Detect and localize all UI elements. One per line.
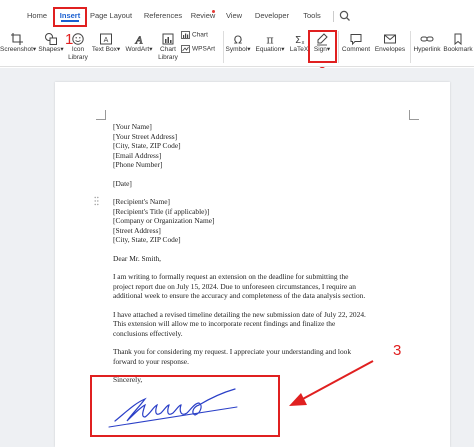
latex-label: LaTeX xyxy=(289,46,309,53)
symbol-label: Symbol▾ xyxy=(225,46,251,53)
sender-line: [Your Name] xyxy=(113,122,152,131)
chart-icon xyxy=(181,31,190,39)
sender-line: [Email Address] xyxy=(113,150,162,160)
sender-block: [Your Name] [Your Street Address] [City,… xyxy=(113,122,413,170)
latex-button[interactable]: Σ x LaTeX xyxy=(288,32,310,54)
wordart-label: WordArt▾ xyxy=(125,46,153,53)
comment-icon xyxy=(350,34,362,46)
step-1-number: 1 xyxy=(65,31,74,48)
wpsart-icon xyxy=(181,45,190,53)
paragraph-line: project report due on July 15, 2024. Due… xyxy=(113,281,356,291)
bookmark-button[interactable]: Bookmark xyxy=(442,32,474,54)
recipient-line: [Company or Organization Name] xyxy=(113,216,215,225)
wordart-button[interactable]: A WordArt▾ xyxy=(123,32,155,54)
envelopes-label: Envelopes xyxy=(374,46,406,53)
comment-label: Comment xyxy=(341,46,371,53)
tab-home[interactable]: Home xyxy=(20,8,54,24)
insert-tab-highlight xyxy=(53,7,87,27)
tab-divider xyxy=(333,11,334,22)
link-icon xyxy=(420,36,434,42)
tab-references[interactable]: References xyxy=(140,8,186,24)
omega-icon: Ω xyxy=(234,34,242,47)
text-box-button[interactable]: A Text Box▾ xyxy=(90,32,122,54)
comment-button[interactable]: Comment xyxy=(340,32,372,54)
page-margin-corner xyxy=(409,110,419,120)
paragraph-1: I am writing to formally request an exte… xyxy=(113,272,413,301)
paragraph-line: I have attached a revised timeline detai… xyxy=(113,309,366,319)
chart-library-label-line2: Library xyxy=(158,54,178,61)
wordart-icon: A xyxy=(134,34,143,47)
icon-library-label-line2: Library xyxy=(68,54,88,61)
letter-body[interactable]: [Your Name] [Your Street Address] [City,… xyxy=(113,122,413,385)
sender-line: [Phone Number] xyxy=(113,160,163,169)
symbol-button[interactable]: Ω Symbol▾ xyxy=(224,32,252,54)
equation-button[interactable]: π Equation▾ xyxy=(253,32,287,54)
date-line: [Date] xyxy=(113,178,132,188)
hyperlink-button[interactable]: Hyperlink xyxy=(411,32,443,54)
bookmark-label: Bookmark xyxy=(443,46,473,53)
wpsart-button[interactable]: WPSArt xyxy=(181,45,219,54)
paragraph-line: I am writing to formally request an exte… xyxy=(113,272,349,281)
hyperlink-label: Hyperlink xyxy=(413,46,441,53)
recipient-line: [Recipient's Title (if applicable)] xyxy=(113,206,210,216)
chart-label: Chart xyxy=(181,31,217,40)
recipient-line: [Recipient's Name] xyxy=(113,197,170,206)
tab-developer[interactable]: Developer xyxy=(252,8,292,24)
text-box-icon: A xyxy=(100,33,112,45)
chart-library-label-line1: Chart xyxy=(160,46,176,53)
paragraph-2: I have attached a revised timeline detai… xyxy=(113,310,413,339)
chart-library-button[interactable]: Chart Library xyxy=(157,32,179,62)
shapes-label: Shapes▾ xyxy=(38,46,64,53)
screenshot-label: Screenshot▾ xyxy=(0,46,37,53)
paragraph-line: additional week to ensure the accuracy a… xyxy=(113,291,366,300)
paragraph-line: conclusions effectively. xyxy=(113,328,183,338)
sigma-icon: Σ x xyxy=(295,35,305,46)
recipient-line: [Street Address] xyxy=(113,225,161,235)
screenshot-icon xyxy=(11,33,23,45)
shapes-icon xyxy=(45,33,57,45)
tab-view[interactable]: View xyxy=(222,8,246,24)
chart-button[interactable]: Chart xyxy=(181,31,217,40)
drag-handle-icon[interactable] xyxy=(94,196,99,206)
step-3-number: 3 xyxy=(393,342,402,359)
salutation: Dear Mr. Smith, xyxy=(113,253,162,263)
svg-text:A: A xyxy=(104,37,109,44)
svg-text:A: A xyxy=(135,35,143,47)
shapes-button[interactable]: Shapes▾ xyxy=(37,32,65,54)
chart-library-icon xyxy=(162,33,174,45)
text-box-label: Text Box▾ xyxy=(91,46,121,53)
handwritten-signature[interactable] xyxy=(105,383,245,433)
paragraph-line: This extension will allow me to incorpor… xyxy=(113,319,336,328)
wpsart-label: WPSArt xyxy=(181,45,219,54)
page-margin-corner xyxy=(96,110,106,120)
recipient-block: [Recipient's Name] [Recipient's Title (i… xyxy=(113,197,413,245)
pi-icon: π xyxy=(266,34,273,47)
sign-button-highlight xyxy=(308,30,337,63)
notification-dot xyxy=(212,10,215,13)
sender-line: [Your Street Address] xyxy=(113,131,178,141)
svg-text:Ω: Ω xyxy=(234,34,242,47)
svg-text:π: π xyxy=(266,34,273,47)
svg-text:Σ: Σ xyxy=(295,35,301,46)
recipient-line: [City, State, ZIP Code] xyxy=(113,235,181,244)
envelopes-button[interactable]: Envelopes xyxy=(374,32,406,54)
search-icon[interactable] xyxy=(338,9,352,23)
screenshot-button[interactable]: Screenshot▾ xyxy=(0,32,37,54)
step-3-arrow xyxy=(289,360,374,406)
ribbon-divider xyxy=(338,31,339,63)
sender-line: [City, State, ZIP Code] xyxy=(113,141,181,150)
bookmark-icon xyxy=(454,33,462,46)
envelope-icon xyxy=(384,34,396,44)
tab-page-layout[interactable]: Page Layout xyxy=(88,8,134,24)
equation-label: Equation▾ xyxy=(255,46,285,53)
tab-tools[interactable]: Tools xyxy=(298,8,326,24)
